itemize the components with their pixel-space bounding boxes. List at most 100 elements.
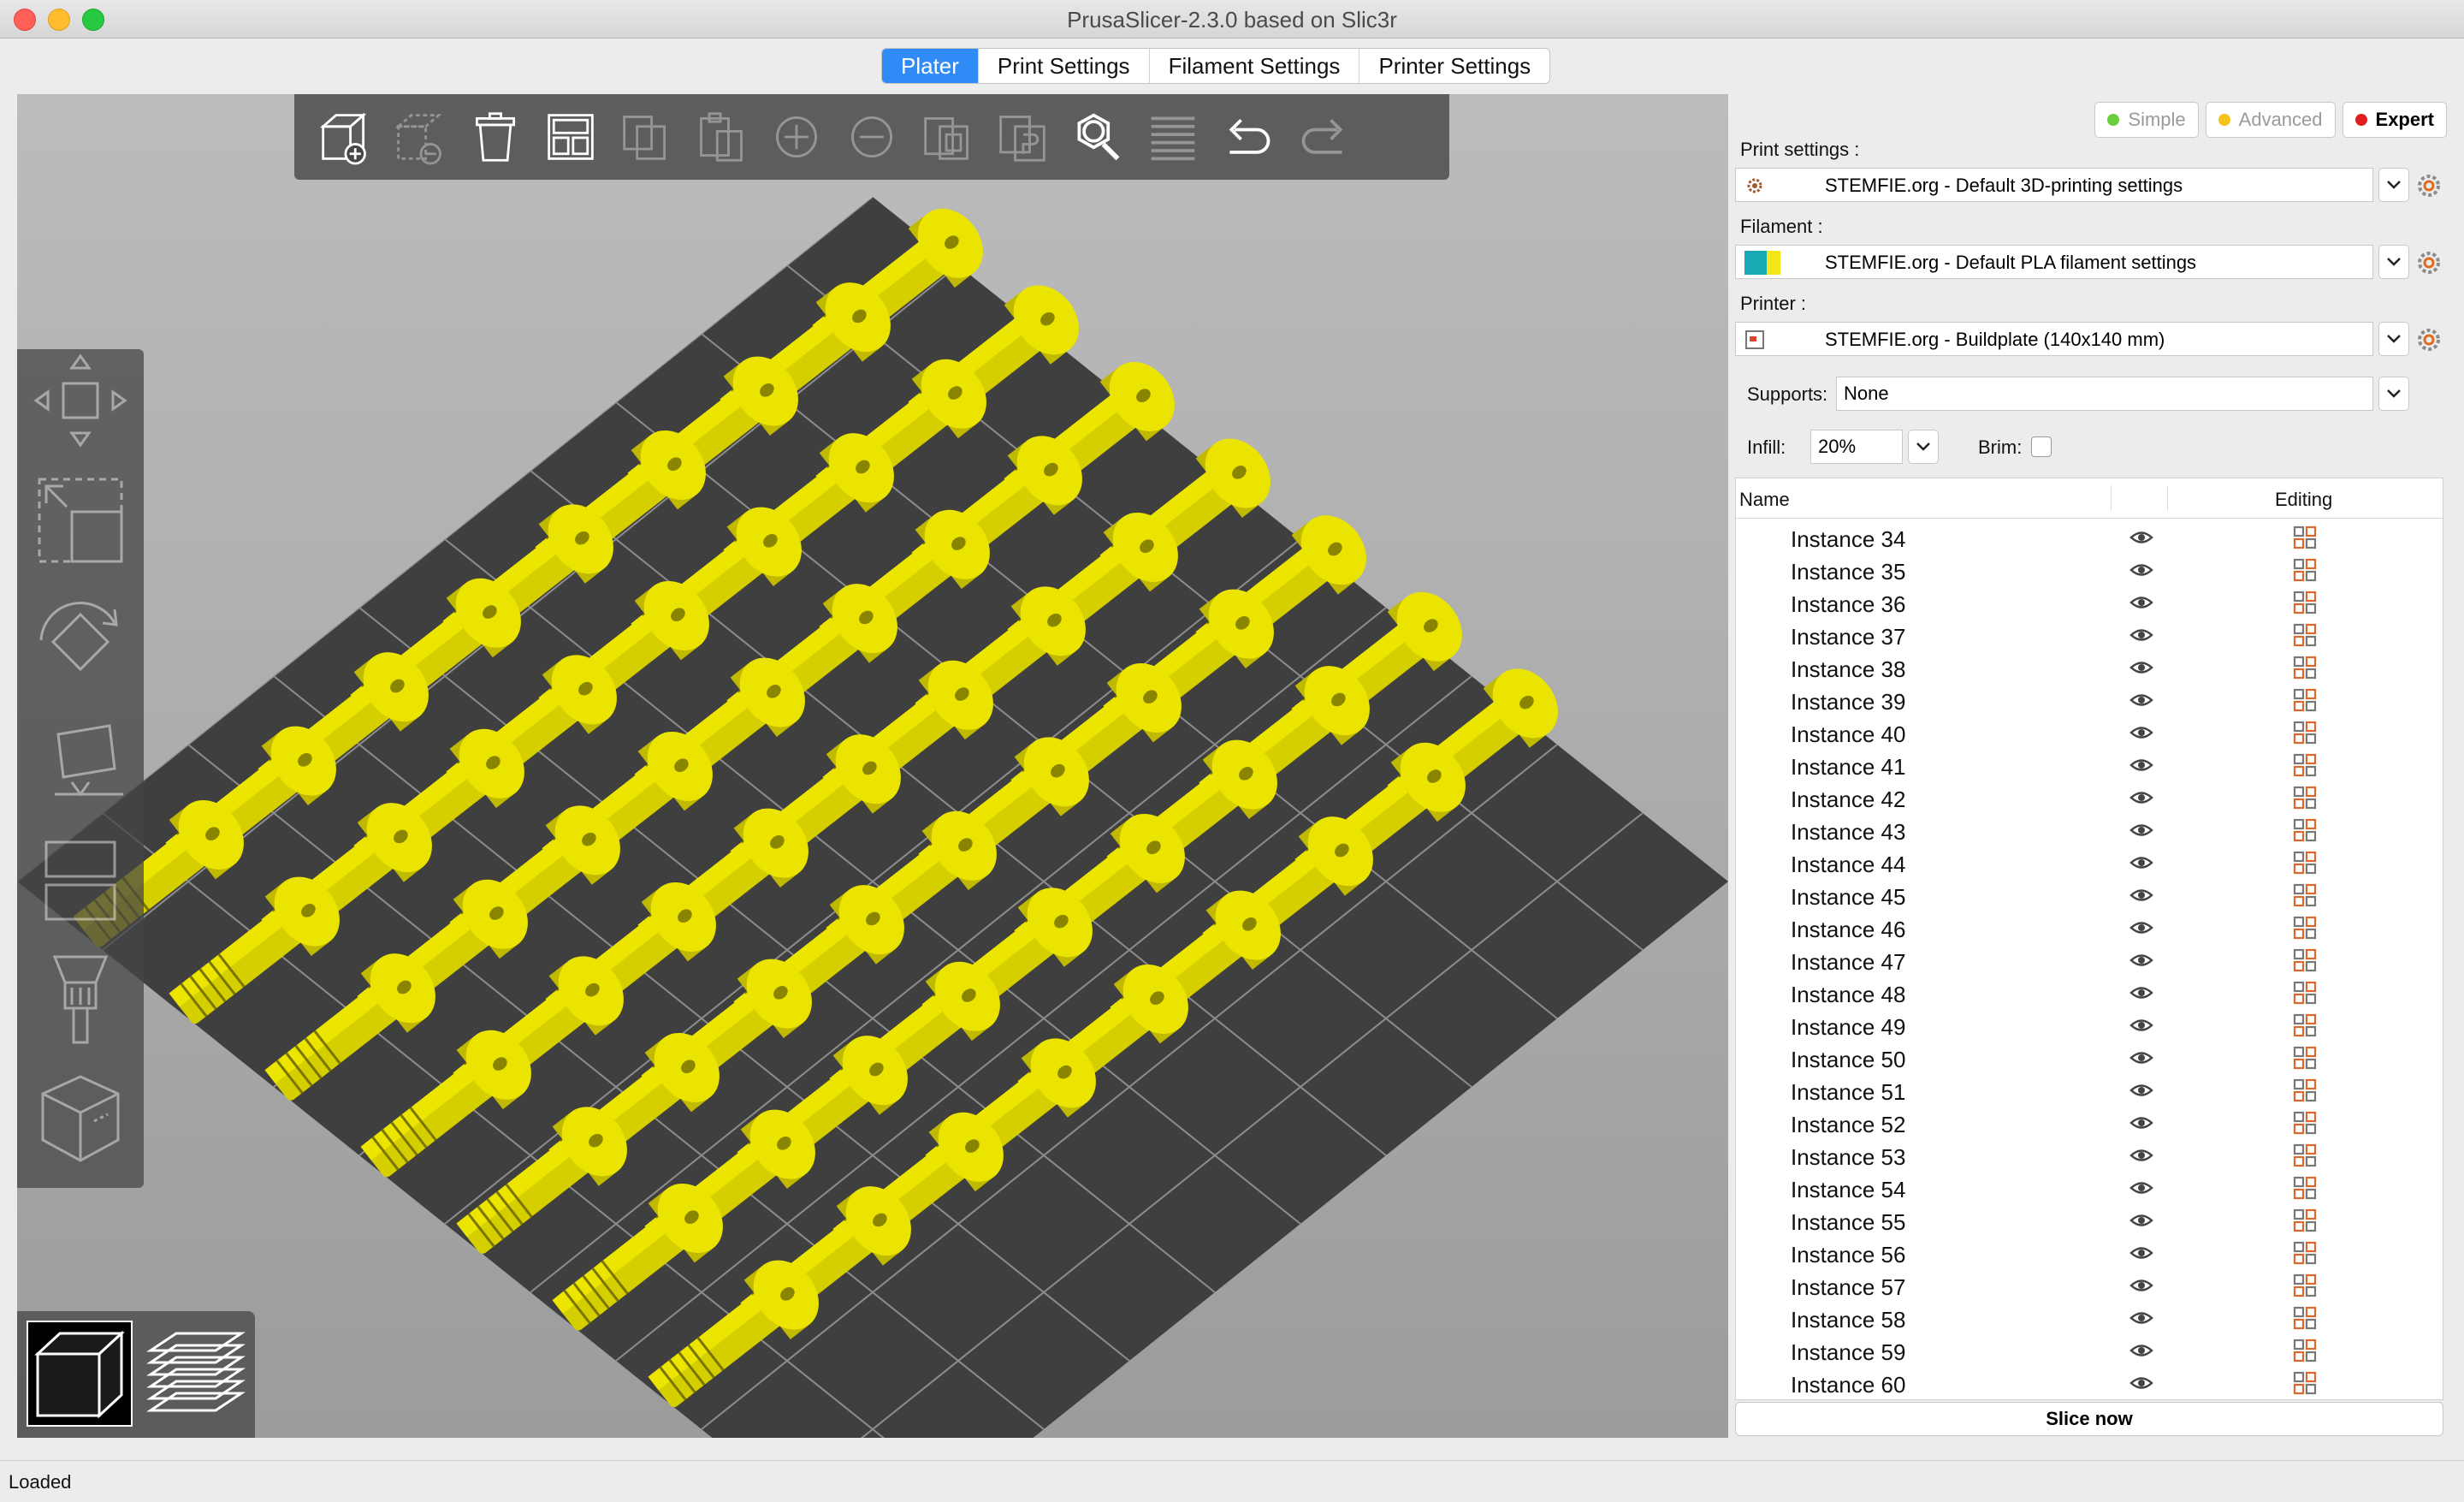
slice-now-button[interactable]: Slice now [1735,1402,2443,1436]
move-icon[interactable] [29,349,132,452]
list-item[interactable]: Instance 46 [1736,911,2443,944]
eye-icon[interactable] [2129,1048,2153,1067]
search-icon[interactable] [1071,107,1124,167]
list-item[interactable]: Instance 50 [1736,1042,2443,1074]
editing-icon[interactable] [2292,720,2318,745]
editing-icon[interactable] [2292,1370,2318,1396]
eye-icon[interactable] [2129,1113,2153,1132]
infill-dropdown[interactable] [1908,430,1939,464]
mode-expert-button[interactable]: Expert [2342,102,2447,138]
list-item[interactable]: Instance 52 [1736,1107,2443,1139]
list-item[interactable]: Instance 36 [1736,586,2443,619]
tab-filament-settings[interactable]: Filament Settings [1148,49,1359,83]
list-item[interactable]: Instance 48 [1736,977,2443,1009]
list-item[interactable]: Instance 60 [1736,1367,2443,1399]
editing-icon[interactable] [2292,1305,2318,1331]
rotate-icon[interactable] [29,589,132,692]
seam-paint-icon[interactable] [29,1068,132,1171]
supports-paint-icon[interactable] [29,948,132,1051]
eye-icon[interactable] [2129,593,2153,612]
eye-icon[interactable] [2129,1244,2153,1262]
delete-icon[interactable] [394,107,447,167]
editing-icon[interactable] [2292,817,2318,843]
eye-icon[interactable] [2129,983,2153,1002]
printer-edit-gear-icon[interactable] [2416,327,2442,353]
list-item[interactable]: Instance 45 [1736,879,2443,911]
place-on-face-icon[interactable] [29,709,132,811]
editing-icon[interactable] [2292,1175,2318,1201]
eye-icon[interactable] [2129,853,2153,872]
list-item[interactable]: Instance 42 [1736,781,2443,814]
eye-icon[interactable] [2129,1276,2153,1295]
editing-icon[interactable] [2292,590,2318,615]
arrange-icon[interactable] [544,107,597,167]
scale-icon[interactable] [29,469,132,572]
add-icon[interactable] [318,107,371,167]
eye-icon[interactable] [2129,691,2153,709]
editing-icon[interactable] [2292,1045,2318,1071]
cut-icon[interactable] [29,828,132,931]
split-parts-icon[interactable] [996,107,1049,167]
infill-input[interactable]: 20% [1810,430,1903,464]
list-item[interactable]: Instance 41 [1736,749,2443,781]
layers-editing-icon[interactable] [1146,107,1199,167]
eye-icon[interactable] [2129,756,2153,775]
editing-icon[interactable] [2292,915,2318,941]
list-item[interactable]: Instance 59 [1736,1334,2443,1367]
scene-canvas[interactable] [17,94,1728,1438]
list-item[interactable]: Instance 56 [1736,1237,2443,1269]
list-item[interactable]: Instance 53 [1736,1139,2443,1172]
eye-icon[interactable] [2129,1081,2153,1100]
filament-combo[interactable]: STEMFIE.org - Default PLA filament setti… [1735,245,2373,279]
editing-icon[interactable] [2292,882,2318,908]
editing-icon[interactable] [2292,1240,2318,1266]
list-item[interactable]: Instance 34 [1736,521,2443,554]
editing-icon[interactable] [2292,1143,2318,1168]
tab-print-settings[interactable]: Print Settings [977,49,1149,83]
eye-icon[interactable] [2129,1374,2153,1392]
3d-view-icon[interactable] [26,1320,133,1428]
eye-icon[interactable] [2129,528,2153,547]
list-item[interactable]: Instance 37 [1736,619,2443,651]
print-settings-dropdown[interactable] [2378,168,2409,202]
editing-icon[interactable] [2292,785,2318,810]
list-item[interactable]: Instance 58 [1736,1302,2443,1334]
printer-combo[interactable]: STEMFIE.org - Buildplate (140x140 mm) [1735,322,2373,356]
preview-icon[interactable] [142,1320,250,1428]
eye-icon[interactable] [2129,788,2153,807]
editing-icon[interactable] [2292,557,2318,583]
redo-icon[interactable] [1297,107,1350,167]
eye-icon[interactable] [2129,886,2153,905]
brim-checkbox[interactable] [2031,436,2052,457]
list-item[interactable]: Instance 51 [1736,1074,2443,1107]
eye-icon[interactable] [2129,561,2153,579]
delete-all-icon[interactable] [469,107,522,167]
editing-icon[interactable] [2292,1110,2318,1136]
list-item[interactable]: Instance 39 [1736,684,2443,716]
supports-dropdown[interactable] [2378,377,2409,411]
list-item[interactable]: Instance 47 [1736,944,2443,977]
eye-icon[interactable] [2129,658,2153,677]
editing-icon[interactable] [2292,1208,2318,1233]
eye-icon[interactable] [2129,1016,2153,1035]
eye-icon[interactable] [2129,626,2153,644]
paste-icon[interactable] [695,107,748,167]
copy-icon[interactable] [619,107,672,167]
list-item[interactable]: Instance 35 [1736,554,2443,586]
column-name-header[interactable]: Name [1739,489,1790,511]
eye-icon[interactable] [2129,1146,2153,1165]
filament-color-swatch[interactable] [1744,251,1767,275]
editing-icon[interactable] [2292,1012,2318,1038]
object-list[interactable]: Name Editing Instance 34 Instance 35 Insta… [1735,478,2443,1400]
undo-icon[interactable] [1222,107,1275,167]
editing-icon[interactable] [2292,980,2318,1006]
eye-icon[interactable] [2129,1211,2153,1230]
list-item[interactable]: Instance 49 [1736,1009,2443,1042]
editing-icon[interactable] [2292,1338,2318,1363]
add-instance-icon[interactable] [770,107,823,167]
tab-printer-settings[interactable]: Printer Settings [1359,49,1549,83]
editing-icon[interactable] [2292,687,2318,713]
editing-icon[interactable] [2292,850,2318,876]
eye-icon[interactable] [2129,951,2153,970]
remove-instance-icon[interactable] [845,107,898,167]
